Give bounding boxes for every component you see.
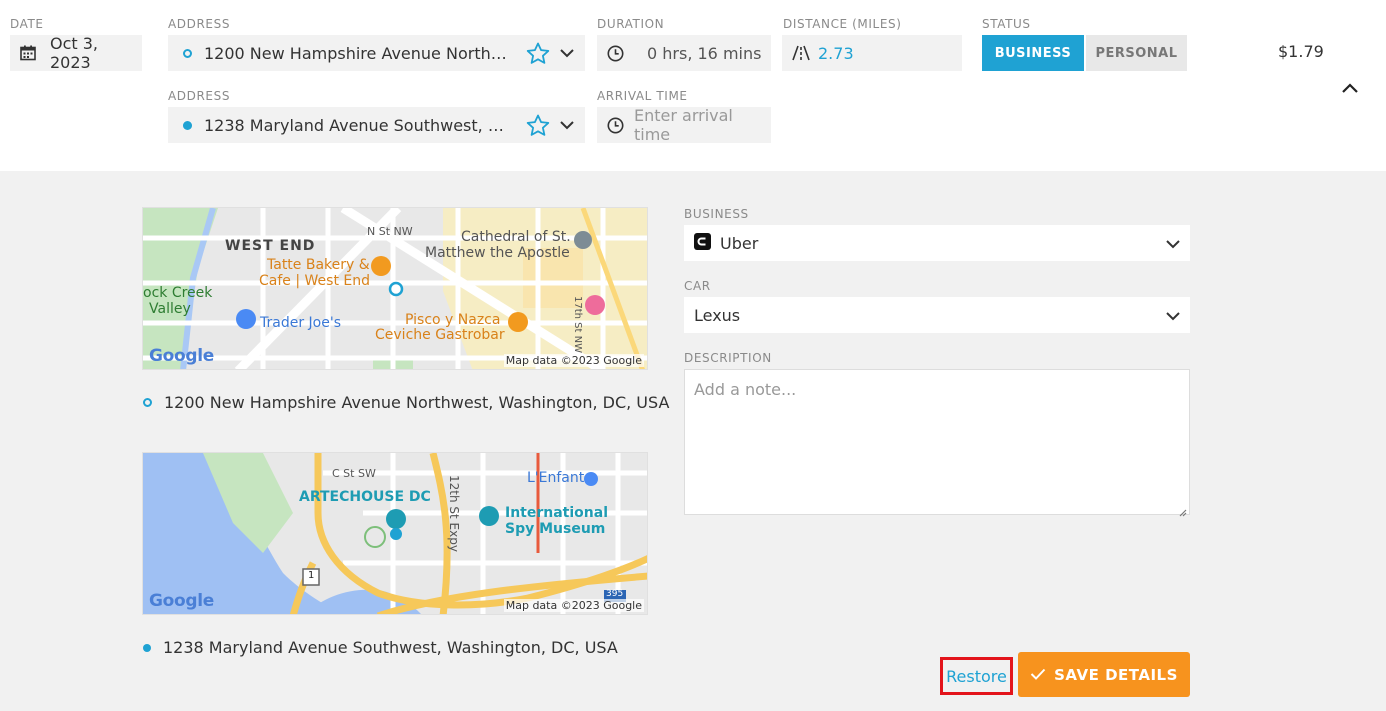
description-label: DESCRIPTION <box>684 351 772 365</box>
save-details-button[interactable]: SAVE DETAILS <box>1018 652 1190 697</box>
map-credit: Map data ©2023 Google <box>503 354 644 367</box>
car-label: CAR <box>684 279 711 293</box>
trip-details-panel: N St NW WEST END Cathedral of St. Matthe… <box>0 171 1386 711</box>
map-poi-label: Spy Museum <box>505 521 606 537</box>
distance-label: DISTANCE (MILES) <box>783 17 902 31</box>
trip-price: $1.79 <box>1278 42 1324 61</box>
start-marker-icon <box>183 48 192 58</box>
business-value: Uber <box>720 233 759 253</box>
description-textarea[interactable]: Add a note... <box>684 369 1190 515</box>
map-credit: Map data ©2023 Google <box>503 599 644 612</box>
status-business-button[interactable]: BUSINESS <box>982 35 1084 71</box>
google-logo: Google <box>149 346 215 366</box>
map-poi-label: L'Enfant <box>527 470 585 486</box>
business-label: BUSINESS <box>684 207 749 221</box>
map-poi-label: International <box>505 505 609 521</box>
end-marker-icon <box>183 120 192 130</box>
save-details-label: SAVE DETAILS <box>1054 665 1178 684</box>
car-value: Lexus <box>694 305 741 325</box>
end-location-map[interactable]: C St SW L'Enfant ARTECHOUSE DC 12th St E… <box>142 452 648 615</box>
map-park-label: Valley <box>149 301 191 317</box>
car-select[interactable]: Lexus <box>684 297 1190 333</box>
end-address-field[interactable]: 1238 Maryland Avenue Southwest, Washin..… <box>168 107 585 143</box>
map-street-label: 17th St NW <box>572 296 583 353</box>
start-marker-icon <box>143 398 152 407</box>
map-poi-label: ARTECHOUSE DC <box>299 489 431 505</box>
restore-button[interactable]: Restore <box>940 657 1013 695</box>
map-park-label: ock Creek <box>143 285 213 301</box>
date-field[interactable]: Oct 3, 2023 <box>10 34 142 72</box>
duration-value: 0 hrs, 16 mins <box>647 43 762 63</box>
arrival-time-field[interactable]: Enter arrival time <box>597 106 771 144</box>
chevron-down-icon[interactable] <box>560 120 574 130</box>
start-address-value: 1200 New Hampshire Avenue Northwest, ... <box>204 43 516 63</box>
date-value: Oct 3, 2023 <box>50 34 99 72</box>
chevron-down-icon <box>1166 306 1180 325</box>
map-poi-label: Pisco y Nazca <box>405 312 501 328</box>
map-street-label: 12th St Expy <box>447 475 461 552</box>
distance-value[interactable]: 2.73 <box>818 44 854 63</box>
end-marker-icon <box>143 643 151 652</box>
map-poi-label: Matthew the Apostle <box>425 245 570 261</box>
end-address-value: 1238 Maryland Avenue Southwest, Washin..… <box>204 115 516 135</box>
resize-handle-icon[interactable] <box>1177 502 1187 517</box>
end-address-line: 1238 Maryland Avenue Southwest, Washingt… <box>143 638 618 657</box>
favorite-star-icon[interactable] <box>526 42 550 65</box>
arrival-time-label: ARRIVAL TIME <box>597 89 688 103</box>
chevron-down-icon <box>1166 234 1180 253</box>
calendar-icon <box>20 45 36 61</box>
map-poi-label: Tatte Bakery & <box>267 257 370 273</box>
start-address-full: 1200 New Hampshire Avenue Northwest, Was… <box>164 393 670 412</box>
checkmark-icon <box>1030 666 1046 684</box>
map-poi-label: Cafe | West End <box>259 273 370 289</box>
duration-field: 0 hrs, 16 mins <box>597 35 771 71</box>
map-poi-label: Cathedral of St. <box>461 229 571 245</box>
chevron-down-icon[interactable] <box>560 48 574 58</box>
uber-logo-icon <box>694 232 711 254</box>
end-address-label: ADDRESS <box>168 89 231 103</box>
start-address-label: ADDRESS <box>168 17 231 31</box>
end-address-full: 1238 Maryland Avenue Southwest, Washingt… <box>163 638 618 657</box>
road-icon <box>792 45 810 61</box>
map-area-label: WEST END <box>225 238 316 254</box>
start-address-line: 1200 New Hampshire Avenue Northwest, Was… <box>143 393 669 412</box>
status-personal-button[interactable]: PERSONAL <box>1086 35 1187 71</box>
trip-summary: DATE Oct 3, 2023 ADDRESS 1200 New Hampsh… <box>0 0 1386 171</box>
chevron-up-icon[interactable] <box>1340 80 1360 96</box>
clock-icon <box>607 45 624 62</box>
clock-icon <box>607 117 624 134</box>
status-label: STATUS <box>982 17 1031 31</box>
route-shield-label: 395 <box>606 589 624 599</box>
business-select[interactable]: Uber <box>684 225 1190 261</box>
map-poi-label: Trader Joe's <box>260 315 341 331</box>
duration-label: DURATION <box>597 17 665 31</box>
arrival-time-placeholder: Enter arrival time <box>634 106 733 144</box>
route-shield-label: 1 <box>308 570 315 581</box>
map-street-label: C St SW <box>332 467 376 480</box>
map-poi-label: Ceviche Gastrobar <box>375 327 505 343</box>
google-logo: Google <box>149 591 215 611</box>
start-location-map[interactable]: N St NW WEST END Cathedral of St. Matthe… <box>142 207 648 370</box>
distance-field[interactable]: 2.73 <box>782 35 962 71</box>
start-address-field[interactable]: 1200 New Hampshire Avenue Northwest, ... <box>168 35 585 71</box>
trip-detail-page: DATE Oct 3, 2023 ADDRESS 1200 New Hampsh… <box>0 0 1386 711</box>
date-label: DATE <box>10 17 44 31</box>
map-street-label: N St NW <box>367 225 413 238</box>
favorite-star-icon[interactable] <box>526 114 550 137</box>
